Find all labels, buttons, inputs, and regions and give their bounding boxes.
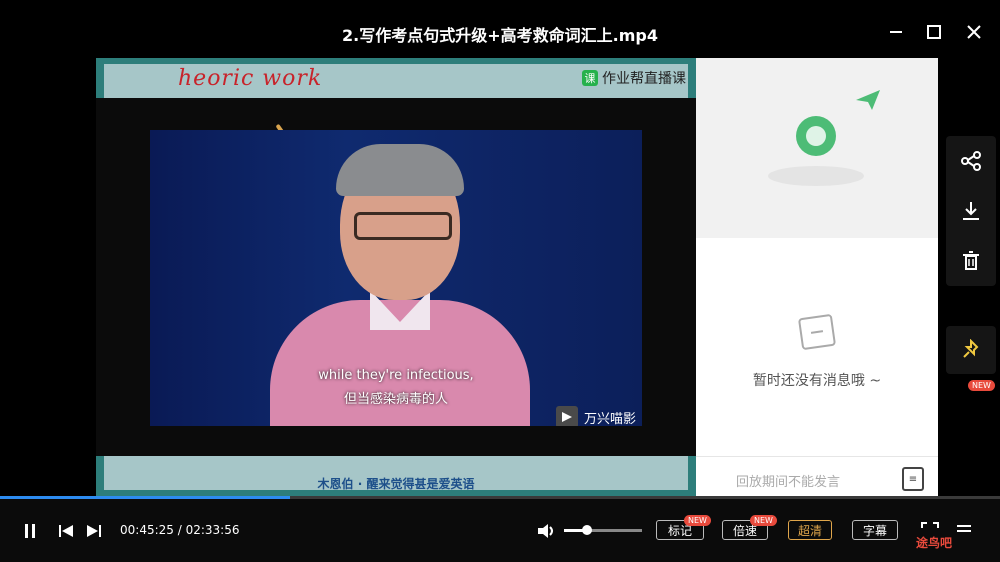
note-icon[interactable]: ≡	[902, 467, 924, 491]
chat-empty-text: 暂时还没有消息哦 ~	[752, 373, 882, 389]
subtitle-chinese: 但当感染病毒的人	[343, 392, 448, 407]
player-controls: 00:45:25 / 02:33:56 标记 NEW 倍速 NEW 超清 字幕	[0, 499, 1000, 562]
subtitle-english: while they're infectious,	[318, 368, 474, 383]
subtitle-button[interactable]: 字幕	[852, 520, 898, 540]
maximize-icon[interactable]	[920, 18, 948, 46]
window-title: 2.写作考点句式升级+高考救命词汇上.mp4	[342, 26, 658, 45]
time-display: 00:45:25 / 02:33:56	[120, 523, 239, 537]
paper-plane-icon	[856, 90, 880, 116]
video-stage: heoric work 课 作业帮直播课 while they're infec…	[0, 58, 1000, 497]
slide-top-bar: heoric work 课 作业帮直播课	[96, 58, 696, 98]
slide-bottom-bar: 木恩伯 · 醒来觉得甚是爱英语	[96, 456, 696, 496]
message-empty-icon	[797, 313, 837, 351]
side-toolbar	[946, 136, 996, 286]
next-icon[interactable]	[84, 519, 104, 543]
close-icon[interactable]	[960, 18, 988, 46]
chat-input-bar: 回放期间不能发言 ≡	[696, 456, 938, 497]
title-bar: 2.写作考点句式升级+高考救命词汇上.mp4	[0, 0, 1000, 58]
previous-icon[interactable]	[56, 519, 76, 543]
slide-bottom-caption: 木恩伯 · 醒来觉得甚是爱英语	[317, 477, 475, 491]
brand-label: 课 作业帮直播课	[582, 68, 686, 88]
trash-icon[interactable]	[946, 236, 996, 286]
video-frame[interactable]: heoric work 课 作业帮直播课 while they're infec…	[96, 58, 696, 496]
pin-icon[interactable]	[946, 326, 996, 374]
volume-icon[interactable]	[534, 519, 558, 543]
speed-new-badge: NEW	[750, 515, 777, 526]
volume-slider[interactable]	[564, 525, 642, 535]
corner-watermark-logo: 途鸟吧	[916, 536, 953, 550]
pause-icon[interactable]	[18, 519, 42, 543]
download-icon[interactable]	[946, 186, 996, 236]
quality-button[interactable]: 超清	[788, 520, 832, 540]
minimize-icon[interactable]	[882, 18, 910, 46]
brand-logo-icon: 课	[582, 70, 598, 86]
inner-video-clip: while they're infectious, 但当感染病毒的人 万兴喵影	[150, 130, 642, 426]
speaker-image	[270, 144, 530, 426]
current-time: 00:45:25	[120, 523, 174, 537]
handwritten-note: heoric work	[178, 66, 323, 91]
share-icon[interactable]	[946, 136, 996, 186]
volume-knob[interactable]	[582, 525, 593, 535]
mark-new-badge: NEW	[684, 515, 711, 526]
pin-new-badge: NEW	[968, 380, 995, 391]
total-time: 02:33:56	[185, 523, 240, 537]
watermark-text: 万兴喵影	[583, 411, 636, 427]
chat-panel: 暂时还没有消息哦 ~ 回放期间不能发言 ≡	[696, 58, 938, 497]
chat-input-placeholder: 回放期间不能发言	[736, 475, 841, 490]
filmora-logo-icon	[555, 406, 578, 426]
watermark: 万兴喵影	[555, 406, 636, 427]
teacher-camera-placeholder	[696, 58, 938, 238]
playlist-icon[interactable]	[952, 519, 976, 543]
time-separator: /	[173, 523, 186, 537]
brand-name: 作业帮直播课	[602, 71, 686, 87]
